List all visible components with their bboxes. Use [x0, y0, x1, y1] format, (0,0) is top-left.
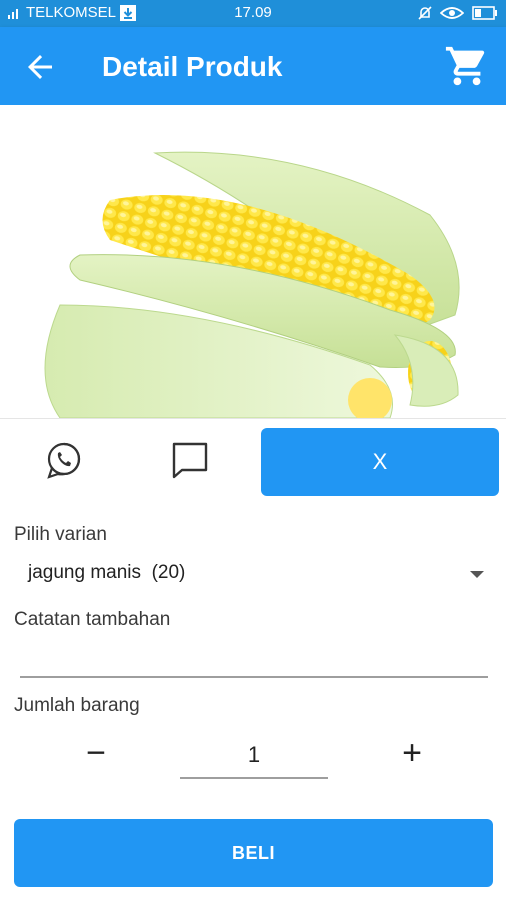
divider: [0, 418, 506, 419]
close-button[interactable]: X: [261, 428, 499, 496]
quantity-label: Jumlah barang: [14, 695, 140, 716]
notes-label: Catatan tambahan: [14, 609, 171, 630]
variant-label: Pilih varian: [14, 524, 107, 545]
quantity-minus-button[interactable]: −: [78, 734, 114, 772]
product-image: [0, 105, 506, 418]
buy-button[interactable]: BELI: [14, 819, 493, 887]
page-title: Detail Produk: [102, 51, 283, 82]
chat-bubble-icon[interactable]: [170, 438, 210, 482]
variant-selected-value: jagung manis (20): [28, 562, 186, 583]
alarm-off-icon: [418, 6, 432, 20]
status-bar: TELKOMSEL 17.09: [0, 0, 506, 27]
dropdown-caret-icon: [470, 571, 484, 578]
shopping-cart-icon[interactable]: [444, 43, 490, 89]
corn-image: [44, 151, 460, 418]
app-bar: Detail Produk: [0, 27, 506, 105]
whatsapp-icon[interactable]: [44, 438, 84, 482]
status-right: [418, 5, 498, 21]
eye-icon: [440, 7, 464, 19]
quantity-plus-button[interactable]: +: [394, 734, 430, 772]
quantity-input[interactable]: [180, 733, 328, 779]
battery-icon: [472, 6, 497, 20]
arrow-left-icon[interactable]: [22, 49, 58, 85]
variant-dropdown[interactable]: jagung manis (20): [28, 562, 498, 594]
notes-input[interactable]: [20, 640, 488, 678]
